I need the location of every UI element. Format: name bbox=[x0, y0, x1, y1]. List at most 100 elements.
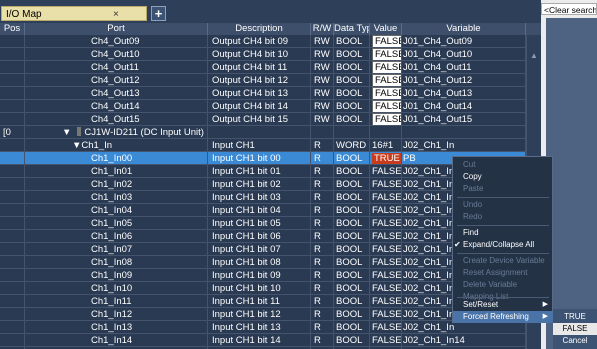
unit-icon bbox=[77, 127, 82, 136]
table-row[interactable]: Ch4_Out12 Output CH4 bit 12 RW BOOL FALSE J01… bbox=[0, 74, 541, 87]
port-cell: Ch1_In10 bbox=[25, 282, 208, 295]
menu-reset-assignment[interactable]: Reset Assignment bbox=[453, 267, 553, 279]
unit-row[interactable]: [0 ▼ CJ1W-ID211 (DC Input Unit) bbox=[0, 126, 541, 139]
header-variable[interactable]: Variable bbox=[402, 23, 526, 35]
value-cell[interactable]: TRUE bbox=[370, 152, 402, 165]
value-cell[interactable]: FALSE bbox=[370, 74, 402, 87]
port-cell: Ch4_Out11 bbox=[25, 61, 208, 74]
value-cell[interactable]: FALSE bbox=[370, 256, 402, 269]
header-pos[interactable]: Pos bbox=[0, 23, 25, 35]
value-cell[interactable]: FALSE bbox=[370, 165, 402, 178]
close-icon[interactable]: × bbox=[113, 7, 119, 22]
value-cell[interactable]: FALSE bbox=[370, 35, 402, 48]
variable-cell[interactable]: J01_Ch4_Out15 bbox=[402, 113, 526, 126]
value-cell[interactable]: FALSE bbox=[370, 113, 402, 126]
port-cell: Ch1_In11 bbox=[25, 295, 208, 308]
submenu-true[interactable]: TRUE bbox=[553, 311, 597, 323]
value-cell[interactable]: FALSE bbox=[370, 100, 402, 113]
value-toggle[interactable]: FALSE bbox=[372, 74, 401, 86]
add-tab-button[interactable]: + bbox=[151, 6, 166, 21]
menu-undo[interactable]: Undo bbox=[453, 199, 553, 211]
table-row[interactable]: Ch4_Out13 Output CH4 bit 13 RW BOOL FALSE J01… bbox=[0, 87, 541, 100]
header-description[interactable]: Description bbox=[208, 23, 311, 35]
value-cell[interactable]: FALSE bbox=[370, 191, 402, 204]
pos-cell bbox=[0, 35, 25, 48]
variable-cell[interactable]: J01_Ch4_Out11 bbox=[402, 61, 526, 74]
variable-cell[interactable]: J01_Ch4_Out10 bbox=[402, 48, 526, 61]
menu-delete-variable[interactable]: Delete Variable bbox=[453, 279, 553, 291]
value-cell[interactable]: 16#1 bbox=[370, 139, 402, 152]
value-toggle[interactable]: FALSE bbox=[372, 48, 401, 60]
menu-cut[interactable]: Cut bbox=[453, 159, 553, 171]
submenu-false[interactable]: FALSE bbox=[553, 323, 597, 335]
variable-cell[interactable]: J02_Ch1_In14 bbox=[402, 334, 526, 347]
pos-cell bbox=[0, 74, 25, 87]
value-cell[interactable]: FALSE bbox=[370, 61, 402, 74]
data-type-cell bbox=[334, 126, 370, 139]
tab-io-map[interactable]: I/O Map × bbox=[1, 6, 147, 21]
rw-cell: R bbox=[311, 204, 334, 217]
table-row[interactable]: Ch4_Out14 Output CH4 bit 14 RW BOOL FALSE J01… bbox=[0, 100, 541, 113]
channel-row[interactable]: ▼Ch1_In Input CH1 R WORD 16#1 J02_Ch1_In bbox=[0, 139, 541, 152]
data-type-cell: BOOL bbox=[334, 217, 370, 230]
value-toggle[interactable]: FALSE bbox=[372, 100, 401, 112]
data-type-cell: BOOL bbox=[334, 269, 370, 282]
value-cell[interactable]: FALSE bbox=[370, 48, 402, 61]
pos-cell: [0 bbox=[0, 126, 25, 139]
menu-expand-collapse-all[interactable]: ✔ Expand/Collapse All bbox=[453, 239, 553, 251]
clear-search-button[interactable]: <Clear search bbox=[541, 3, 597, 15]
value-cell[interactable]: FALSE bbox=[370, 243, 402, 256]
collapse-arrow-icon[interactable]: ▼ bbox=[62, 127, 71, 138]
search-results-pane bbox=[546, 18, 597, 349]
value-cell[interactable]: FALSE bbox=[370, 204, 402, 217]
value-toggle[interactable]: FALSE bbox=[372, 35, 401, 47]
header-port[interactable]: Port bbox=[25, 23, 208, 35]
value-toggle[interactable]: FALSE bbox=[372, 113, 401, 125]
table-row[interactable]: Ch1_In14 Input CH1 bit 14 R BOOL FALSE J02_Ch… bbox=[0, 334, 541, 347]
value-cell[interactable]: FALSE bbox=[370, 87, 402, 100]
data-type-cell: BOOL bbox=[334, 295, 370, 308]
header-data-type[interactable]: Data Typ bbox=[334, 23, 370, 35]
value-cell[interactable]: FALSE bbox=[370, 230, 402, 243]
value-cell[interactable]: FALSE bbox=[370, 308, 402, 321]
menu-forced-refreshing[interactable]: Forced Refreshing ▶ bbox=[453, 311, 553, 323]
variable-cell[interactable]: J01_Ch4_Out14 bbox=[402, 100, 526, 113]
description-cell: Input CH1 bit 08 bbox=[208, 256, 311, 269]
variable-cell[interactable]: J01_Ch4_Out13 bbox=[402, 87, 526, 100]
value-cell[interactable]: FALSE bbox=[370, 178, 402, 191]
rw-cell: R bbox=[311, 295, 334, 308]
variable-cell[interactable]: J01_Ch4_Out09 bbox=[402, 35, 526, 48]
header-value[interactable]: Value bbox=[370, 23, 402, 35]
table-row[interactable]: Ch4_Out09 Output CH4 bit 09 RW BOOL FALSE J01… bbox=[0, 35, 541, 48]
value-true-badge[interactable]: TRUE bbox=[372, 153, 401, 164]
value-cell[interactable]: FALSE bbox=[370, 282, 402, 295]
data-type-cell: BOOL bbox=[334, 87, 370, 100]
unit-name: CJ1W-ID211 (DC Input Unit) bbox=[84, 127, 204, 138]
value-toggle[interactable]: FALSE bbox=[372, 87, 401, 99]
table-row[interactable]: Ch4_Out10 Output CH4 bit 10 RW BOOL FALSE J01… bbox=[0, 48, 541, 61]
value-cell[interactable]: FALSE bbox=[370, 334, 402, 347]
submenu-cancel[interactable]: Cancel bbox=[553, 335, 597, 347]
port-cell: Ch4_Out14 bbox=[25, 100, 208, 113]
header-rw[interactable]: R/W bbox=[311, 23, 334, 35]
value-cell[interactable]: FALSE bbox=[370, 321, 402, 334]
variable-cell[interactable]: J02_Ch1_In bbox=[402, 139, 526, 152]
menu-redo[interactable]: Redo bbox=[453, 211, 553, 223]
value-cell[interactable]: FALSE bbox=[370, 217, 402, 230]
menu-set-reset[interactable]: Set/Reset ▶ bbox=[453, 299, 553, 311]
value-toggle[interactable]: FALSE bbox=[372, 61, 401, 73]
table-row[interactable]: Ch4_Out15 Output CH4 bit 15 RW BOOL FALSE J01… bbox=[0, 113, 541, 126]
menu-create-device-variable[interactable]: Create Device Variable bbox=[453, 255, 553, 267]
table-row[interactable]: Ch4_Out11 Output CH4 bit 11 RW BOOL FALSE J01… bbox=[0, 61, 541, 74]
port-cell: Ch4_Out12 bbox=[25, 74, 208, 87]
menu-copy[interactable]: Copy bbox=[453, 171, 553, 183]
menu-find[interactable]: Find bbox=[453, 227, 553, 239]
scroll-up-arrow-icon[interactable]: ▲ bbox=[529, 51, 539, 60]
value-cell[interactable]: FALSE bbox=[370, 295, 402, 308]
tab-bar: I/O Map × + bbox=[0, 0, 541, 23]
menu-paste[interactable]: Paste bbox=[453, 183, 553, 195]
variable-cell[interactable]: J01_Ch4_Out12 bbox=[402, 74, 526, 87]
value-cell[interactable]: FALSE bbox=[370, 269, 402, 282]
data-type-cell: BOOL bbox=[334, 178, 370, 191]
rw-cell: RW bbox=[311, 48, 334, 61]
